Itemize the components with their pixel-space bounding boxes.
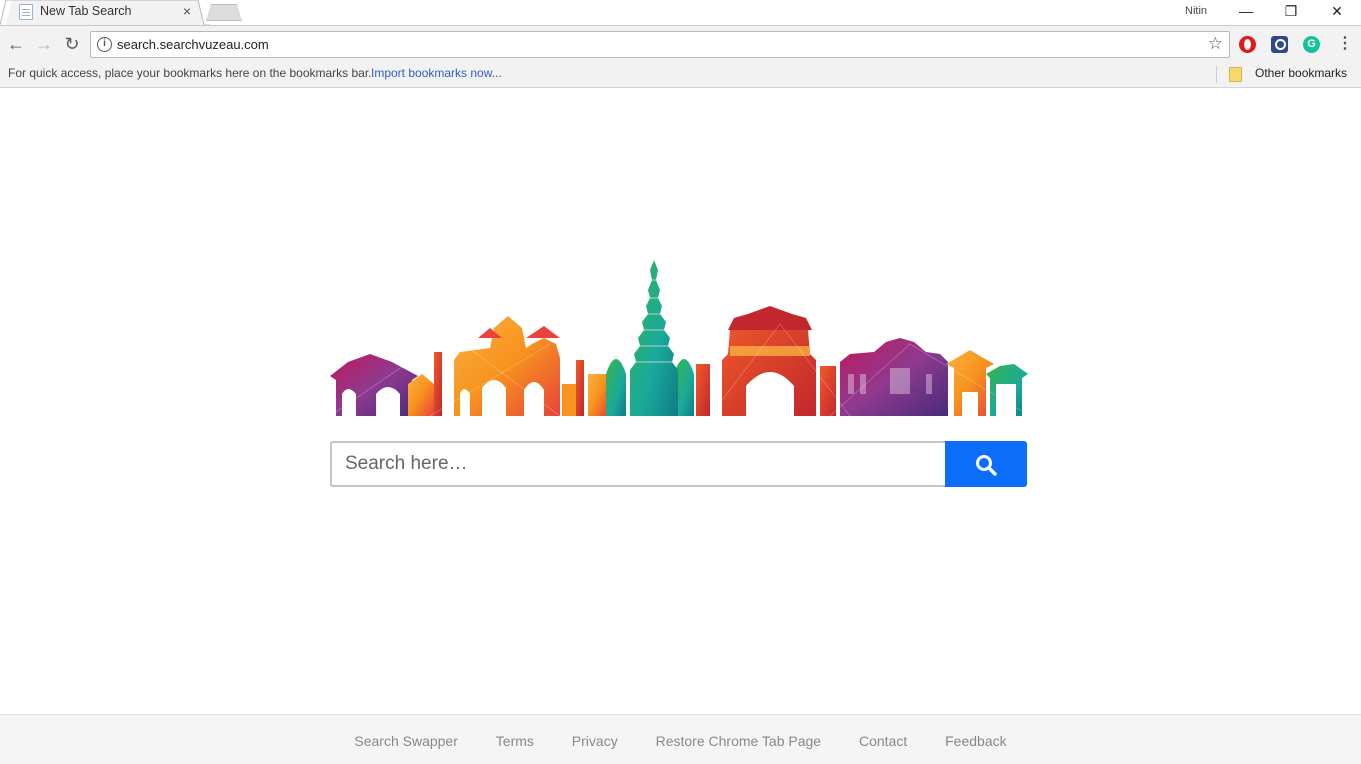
bookmarks-bar: For quick access, place your bookmarks h…: [0, 62, 1361, 88]
search-input[interactable]: [330, 441, 946, 487]
bookmark-star-icon[interactable]: ☆: [1208, 34, 1223, 54]
footer-link-feedback[interactable]: Feedback: [945, 733, 1006, 749]
bookmarks-divider: [1216, 66, 1217, 83]
opera-icon[interactable]: [1239, 36, 1256, 53]
city-skyline-logo-icon: [330, 234, 1030, 416]
site-info-icon[interactable]: i: [97, 37, 112, 52]
search-button[interactable]: [945, 441, 1027, 487]
grammarly-icon[interactable]: G: [1303, 36, 1320, 53]
profile-name[interactable]: Nitin: [1185, 5, 1207, 17]
footer-link-search-swapper[interactable]: Search Swapper: [354, 733, 458, 749]
bookmarks-hint: For quick access, place your bookmarks h…: [8, 66, 372, 80]
back-button[interactable]: ←: [4, 32, 28, 56]
footer-link-restore-chrome-tab-page[interactable]: Restore Chrome Tab Page: [656, 733, 822, 749]
footer: Search Swapper Terms Privacy Restore Chr…: [0, 714, 1361, 764]
footer-link-terms[interactable]: Terms: [496, 733, 534, 749]
close-window-button[interactable]: ✕: [1314, 0, 1360, 24]
forward-button[interactable]: →: [32, 32, 56, 56]
address-bar[interactable]: i search.searchvuzeau.com ☆: [90, 31, 1230, 58]
search-icon: [976, 455, 997, 476]
folder-icon[interactable]: [1229, 67, 1242, 82]
url-text[interactable]: search.searchvuzeau.com: [117, 37, 269, 52]
import-bookmarks-link[interactable]: Import bookmarks now...: [371, 66, 502, 80]
page-favicon-icon: [19, 4, 33, 20]
minimize-button[interactable]: —: [1223, 0, 1269, 24]
tab-title: New Tab Search: [40, 4, 132, 18]
maximize-button[interactable]: ❐: [1268, 0, 1314, 24]
search-extension-icon[interactable]: [1271, 36, 1288, 53]
new-tab-button[interactable]: [206, 4, 242, 21]
tab-close-icon[interactable]: ×: [180, 3, 194, 19]
chrome-menu-icon[interactable]: ⋮: [1337, 34, 1353, 54]
reload-button[interactable]: ↻: [60, 32, 84, 56]
browser-toolbar: ← → ↻ i search.searchvuzeau.com ☆ G ⋮: [0, 25, 1361, 62]
footer-link-privacy[interactable]: Privacy: [572, 733, 618, 749]
page-content: [0, 88, 1361, 714]
other-bookmarks[interactable]: Other bookmarks: [1255, 66, 1347, 80]
search-form: [330, 441, 1027, 487]
title-bar: New Tab Search × Nitin — ❐ ✕: [0, 0, 1361, 26]
footer-links: Search Swapper Terms Privacy Restore Chr…: [0, 733, 1361, 749]
footer-link-contact[interactable]: Contact: [859, 733, 907, 749]
